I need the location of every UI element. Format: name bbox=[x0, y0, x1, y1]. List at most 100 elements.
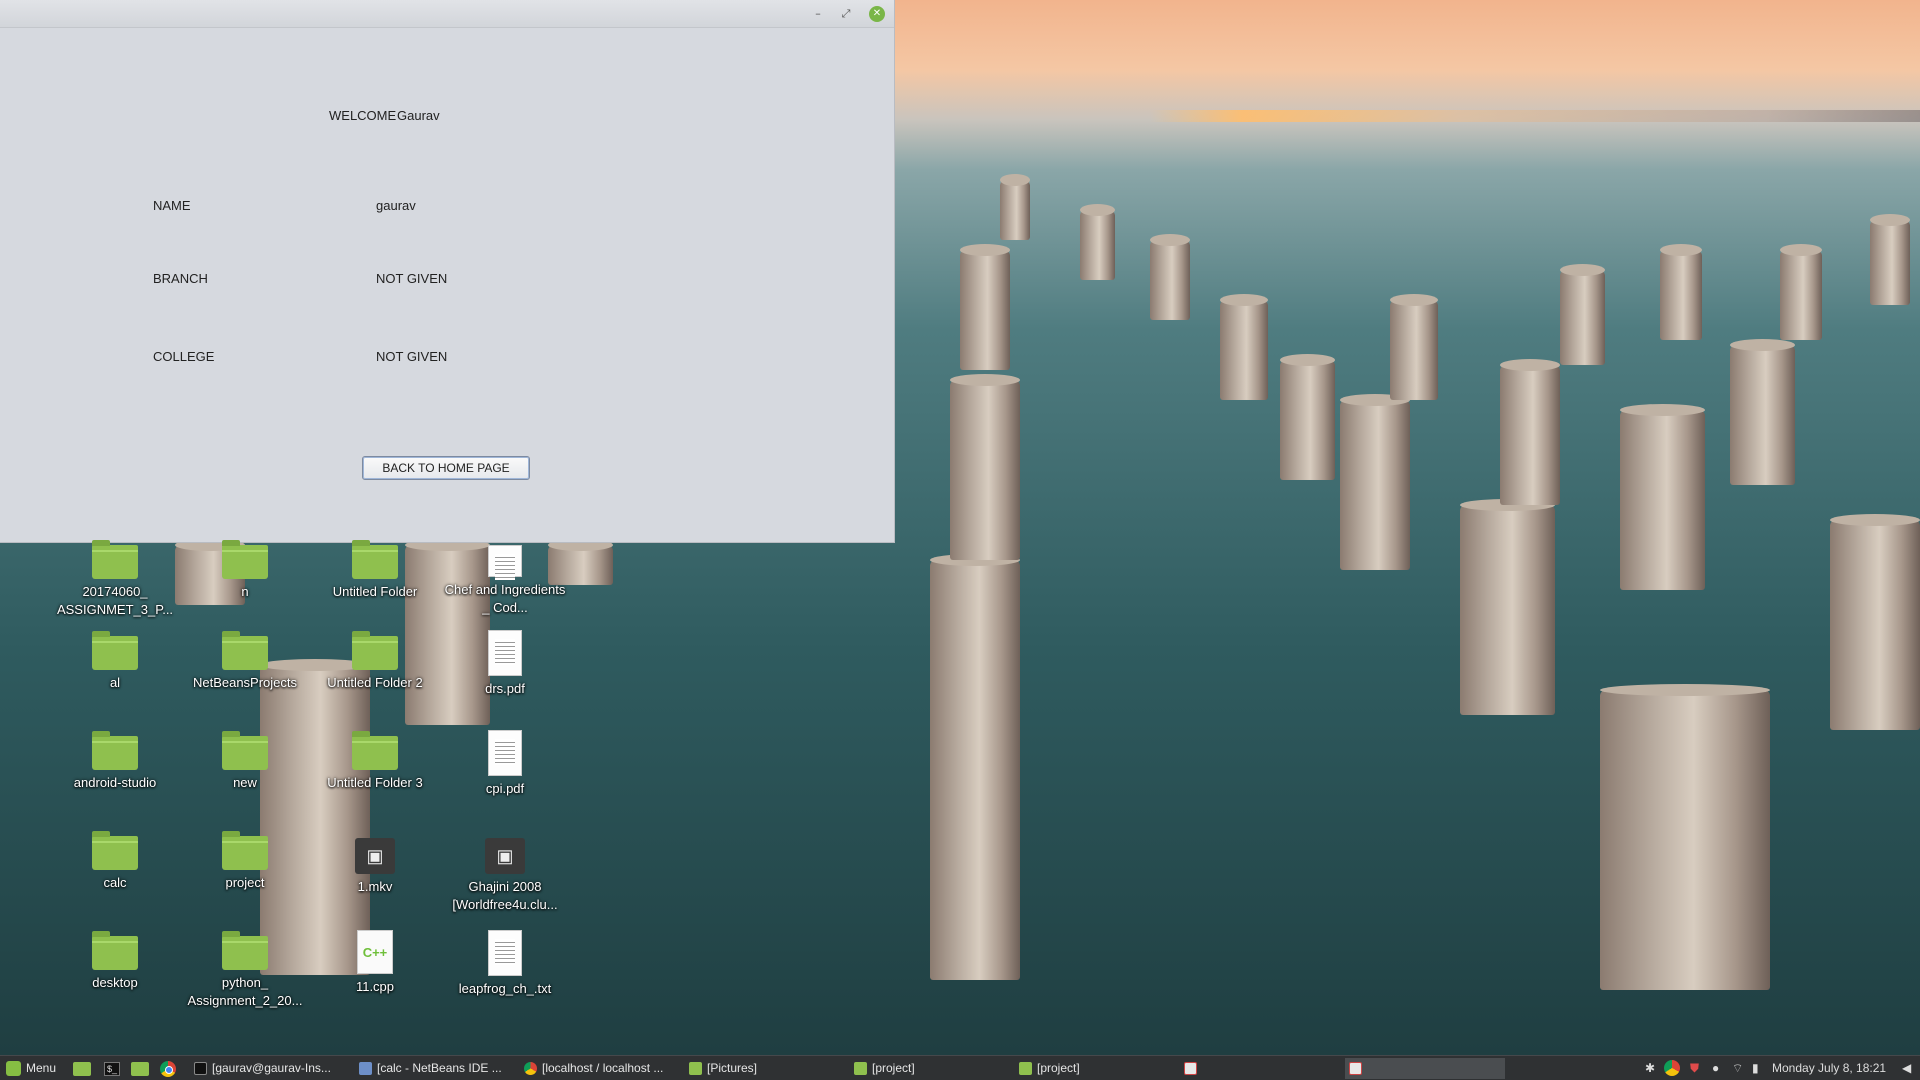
task-terminal[interactable]: [gaurav@gaurav-Ins... bbox=[190, 1058, 350, 1079]
folder-icon bbox=[1019, 1062, 1032, 1075]
folder-icon bbox=[92, 831, 138, 870]
desktop-item-label: n bbox=[241, 584, 249, 599]
show-desktop-button[interactable] bbox=[72, 1058, 92, 1079]
task-project[interactable]: [project] bbox=[850, 1058, 1010, 1079]
desktop-item[interactable]: C++ 11.cpp bbox=[310, 930, 440, 996]
chrome-launcher[interactable] bbox=[158, 1058, 178, 1079]
task-label: [localhost / localhost ... bbox=[542, 1061, 664, 1075]
task-java-app[interactable] bbox=[1180, 1058, 1340, 1079]
video-icon: ▣ bbox=[485, 838, 525, 874]
desktop-item[interactable]: Untitled Folder bbox=[310, 540, 440, 601]
desktop-item-label: 20174060_ ASSIGNMET_3_P... bbox=[56, 584, 174, 617]
profile-window: – ⤢ ✕ WELCOME Gaurav NAME gaurav BRANCH … bbox=[0, 0, 895, 543]
task-browser[interactable]: [localhost / localhost ... bbox=[520, 1058, 680, 1079]
close-button[interactable]: ✕ bbox=[869, 6, 885, 22]
back-to-home-button[interactable]: BACK TO HOME PAGE bbox=[362, 456, 530, 480]
desktop-item[interactable]: Untitled Folder 3 bbox=[310, 731, 440, 792]
desktop-item[interactable]: NetBeansProjects bbox=[180, 631, 310, 692]
maximize-button[interactable]: ⤢ bbox=[838, 6, 854, 22]
menu-button[interactable]: Menu bbox=[4, 1058, 66, 1079]
desktop-item[interactable]: cpi.pdf bbox=[440, 730, 570, 798]
desktop-item[interactable]: android-studio bbox=[50, 731, 180, 792]
task-label: [project] bbox=[1037, 1061, 1080, 1075]
name-label: NAME bbox=[153, 198, 191, 213]
college-label: COLLEGE bbox=[153, 349, 215, 364]
desktop-item[interactable]: Untitled Folder 2 bbox=[310, 631, 440, 692]
desktop-item[interactable]: new bbox=[180, 731, 310, 792]
network-icon[interactable]: ⌔ bbox=[1732, 1058, 1743, 1079]
chrome-tray-icon[interactable] bbox=[1664, 1060, 1680, 1076]
task-label: [gaurav@gaurav-Ins... bbox=[212, 1061, 331, 1075]
desktop-item[interactable]: n bbox=[180, 540, 310, 601]
desktop-item-label: Untitled Folder 3 bbox=[327, 775, 423, 790]
folder-icon bbox=[854, 1062, 867, 1075]
desktop-item-label: drs.pdf bbox=[485, 681, 525, 696]
folder-icon bbox=[352, 631, 398, 670]
folder-icon bbox=[222, 631, 268, 670]
desktop-item[interactable]: calc bbox=[50, 831, 180, 892]
desktop-item-label: cpi.pdf bbox=[485, 781, 525, 796]
user-icon[interactable]: ● bbox=[1712, 1058, 1719, 1079]
task-project-2[interactable]: [project] bbox=[1015, 1058, 1175, 1079]
mint-logo-icon bbox=[6, 1061, 21, 1076]
folder-icon bbox=[92, 631, 138, 670]
terminal-launcher[interactable]: $_ bbox=[102, 1058, 122, 1079]
taskbar: Menu $_ [gaurav@gaurav-Ins... [calc - Ne… bbox=[0, 1055, 1920, 1080]
folder-icon bbox=[689, 1062, 702, 1075]
folder-icon bbox=[222, 731, 268, 770]
task-netbeans[interactable]: [calc - NetBeans IDE ... bbox=[355, 1058, 515, 1079]
desktop-item-label: calc bbox=[103, 875, 127, 890]
java-icon bbox=[1349, 1062, 1362, 1075]
college-value: NOT GIVEN bbox=[376, 349, 448, 364]
task-pictures[interactable]: [Pictures] bbox=[685, 1058, 845, 1079]
chrome-icon bbox=[524, 1062, 537, 1075]
desktop-item[interactable]: python_ Assignment_2_20... bbox=[180, 931, 310, 1010]
folder-icon bbox=[352, 540, 398, 579]
desktop-item-label: Untitled Folder 2 bbox=[327, 675, 423, 690]
window-titlebar[interactable]: – ⤢ ✕ bbox=[0, 0, 894, 28]
desktop-item[interactable]: project bbox=[180, 831, 310, 892]
folder-icon bbox=[131, 1062, 149, 1076]
desktop-item-label: python_ Assignment_2_20... bbox=[187, 975, 303, 1008]
bluetooth-icon[interactable]: ✱ bbox=[1645, 1058, 1655, 1079]
chrome-icon bbox=[160, 1061, 176, 1077]
netbeans-icon bbox=[359, 1062, 372, 1075]
desktop-item-label: desktop bbox=[92, 975, 138, 990]
shield-icon[interactable]: ⛊ bbox=[1690, 1058, 1699, 1079]
terminal-icon bbox=[194, 1062, 207, 1075]
pdf-icon bbox=[488, 630, 522, 676]
java-icon bbox=[1184, 1062, 1197, 1075]
desktop-item[interactable]: drs.pdf bbox=[440, 630, 570, 698]
desktop-item[interactable]: desktop bbox=[50, 931, 180, 992]
folder-icon bbox=[92, 540, 138, 579]
desktop-item-label: project bbox=[225, 875, 265, 890]
branch-label: BRANCH bbox=[153, 271, 208, 286]
task-label: [project] bbox=[872, 1061, 915, 1075]
folder-icon bbox=[92, 931, 138, 970]
desktop-item[interactable]: leapfrog_ch_.txt bbox=[440, 930, 570, 998]
task-java-app-active[interactable] bbox=[1345, 1058, 1505, 1079]
minimize-button[interactable]: – bbox=[810, 6, 826, 22]
task-label: [Pictures] bbox=[707, 1061, 758, 1075]
folder-icon bbox=[222, 931, 268, 970]
desktop-item-label: android-studio bbox=[73, 775, 157, 790]
desktop-item[interactable]: al bbox=[50, 631, 180, 692]
terminal-icon: $_ bbox=[104, 1062, 120, 1076]
welcome-user-name: Gaurav bbox=[397, 108, 440, 123]
wallpaper-skyline bbox=[1150, 110, 1920, 122]
battery-icon[interactable]: ▮ bbox=[1752, 1058, 1759, 1079]
desktop-item[interactable]: ▣ 1.mkv bbox=[310, 838, 440, 896]
desktop-item[interactable]: 20174060_ ASSIGNMET_3_P... bbox=[50, 540, 180, 619]
files-launcher[interactable] bbox=[130, 1058, 150, 1079]
desktop-item-label: NetBeansProjects bbox=[192, 675, 298, 690]
clock-text[interactable]: Monday July 8, 18:21 bbox=[1772, 1058, 1886, 1079]
cpp-file-icon: C++ bbox=[357, 930, 393, 974]
volume-icon[interactable]: ◀ bbox=[1902, 1058, 1911, 1079]
document-icon bbox=[488, 545, 522, 580]
folder-icon bbox=[222, 831, 268, 870]
desktop-item[interactable]: Chef and Ingredients _ Cod... bbox=[440, 545, 570, 617]
desktop-item[interactable]: ▣ Ghajini 2008 [Worldfree4u.clu... bbox=[440, 838, 570, 914]
desktop-item-label: 1.mkv bbox=[357, 879, 393, 894]
desktop-item-label: leapfrog_ch_.txt bbox=[458, 981, 552, 996]
desktop-item-label: al bbox=[109, 675, 121, 690]
